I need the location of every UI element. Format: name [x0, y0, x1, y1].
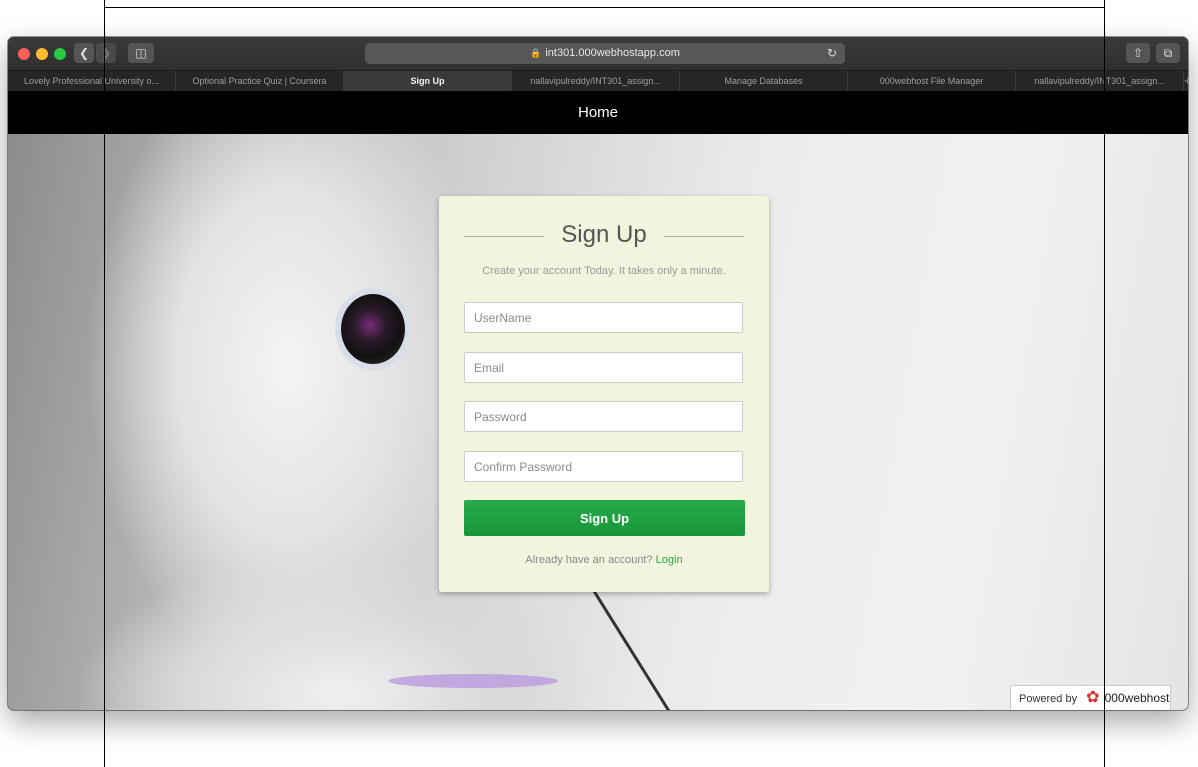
guide-line-top: [104, 7, 1105, 8]
tab-github-1[interactable]: nallavipulreddy/INT301_assign...: [512, 71, 680, 91]
forward-button[interactable]: ❯: [96, 43, 116, 63]
tab-bar: Lovely Professional University o... Opti…: [8, 70, 1188, 91]
address-bar[interactable]: 🔒 int301.000webhostapp.com ↻: [365, 43, 845, 64]
signup-card: Sign Up Create your account Today. It ta…: [439, 196, 769, 592]
tab-manage-databases[interactable]: Manage Databases: [680, 71, 848, 91]
login-prompt-text: Already have an account?: [525, 554, 653, 566]
reload-icon[interactable]: ↻: [827, 43, 837, 64]
tab-sign-up[interactable]: Sign Up: [344, 71, 512, 91]
page-title: Sign Up: [561, 221, 647, 248]
guide-line-left: [104, 0, 105, 767]
tab-github-2[interactable]: nallavipulreddy/INT301_assign...: [1016, 71, 1184, 91]
robot-eye-image: [341, 294, 405, 364]
sidebar-icon: ◫: [135, 46, 147, 60]
site-navbar: Home: [8, 91, 1188, 134]
login-prompt-row: Already have an account? Login: [439, 554, 769, 566]
tabs-icon: ⧉: [1163, 46, 1173, 60]
sign-up-button[interactable]: Sign Up: [464, 500, 745, 536]
email-input[interactable]: [464, 352, 743, 383]
tab-lpu[interactable]: Lovely Professional University o...: [8, 71, 176, 91]
chevron-left-icon: ❮: [78, 46, 90, 60]
tab-coursera[interactable]: Optional Practice Quiz | Coursera: [176, 71, 344, 91]
close-window-button[interactable]: [18, 48, 30, 60]
lock-icon: 🔒: [530, 48, 542, 58]
home-link[interactable]: Home: [578, 104, 618, 121]
browser-toolbar: ❮ ❯ ◫ 🔒 int301.000webhostapp.com ↻ ⇧ ⧉: [8, 37, 1188, 70]
minimize-window-button[interactable]: [36, 48, 48, 60]
page-background: Sign Up Create your account Today. It ta…: [8, 134, 1188, 710]
tab-file-manager[interactable]: 000webhost File Manager: [848, 71, 1016, 91]
share-button[interactable]: ⇧: [1126, 43, 1150, 63]
confirm-password-input[interactable]: [464, 451, 743, 482]
powered-by-badge[interactable]: Powered by ✿ 000webhost: [1010, 685, 1171, 710]
webhost-logo-icon: ✿: [1086, 689, 1100, 706]
webhost-brand-text: 000webhost: [1104, 691, 1170, 705]
card-subtitle: Create your account Today. It takes only…: [482, 265, 726, 277]
guide-line-right: [1104, 0, 1105, 767]
password-input[interactable]: [464, 401, 743, 432]
browser-window: ❮ ❯ ◫ 🔒 int301.000webhostapp.com ↻ ⇧ ⧉ Lo…: [8, 37, 1188, 710]
new-tab-button[interactable]: +: [1184, 71, 1188, 91]
back-button[interactable]: ❮: [74, 43, 94, 63]
username-input[interactable]: [464, 302, 743, 333]
card-title-row: Sign Up: [464, 221, 744, 251]
chevron-right-icon: ❯: [100, 46, 112, 60]
tab-overview-button[interactable]: ⧉: [1156, 43, 1180, 63]
login-link[interactable]: Login: [656, 554, 683, 566]
title-divider-right: [664, 236, 744, 237]
robot-stripe-image: [388, 674, 558, 688]
sidebar-toggle-button[interactable]: ◫: [128, 43, 154, 63]
powered-by-text: Powered by: [1019, 693, 1078, 705]
zoom-window-button[interactable]: [54, 48, 66, 60]
share-icon: ⇧: [1132, 46, 1144, 60]
url-text: int301.000webhostapp.com: [545, 47, 680, 59]
